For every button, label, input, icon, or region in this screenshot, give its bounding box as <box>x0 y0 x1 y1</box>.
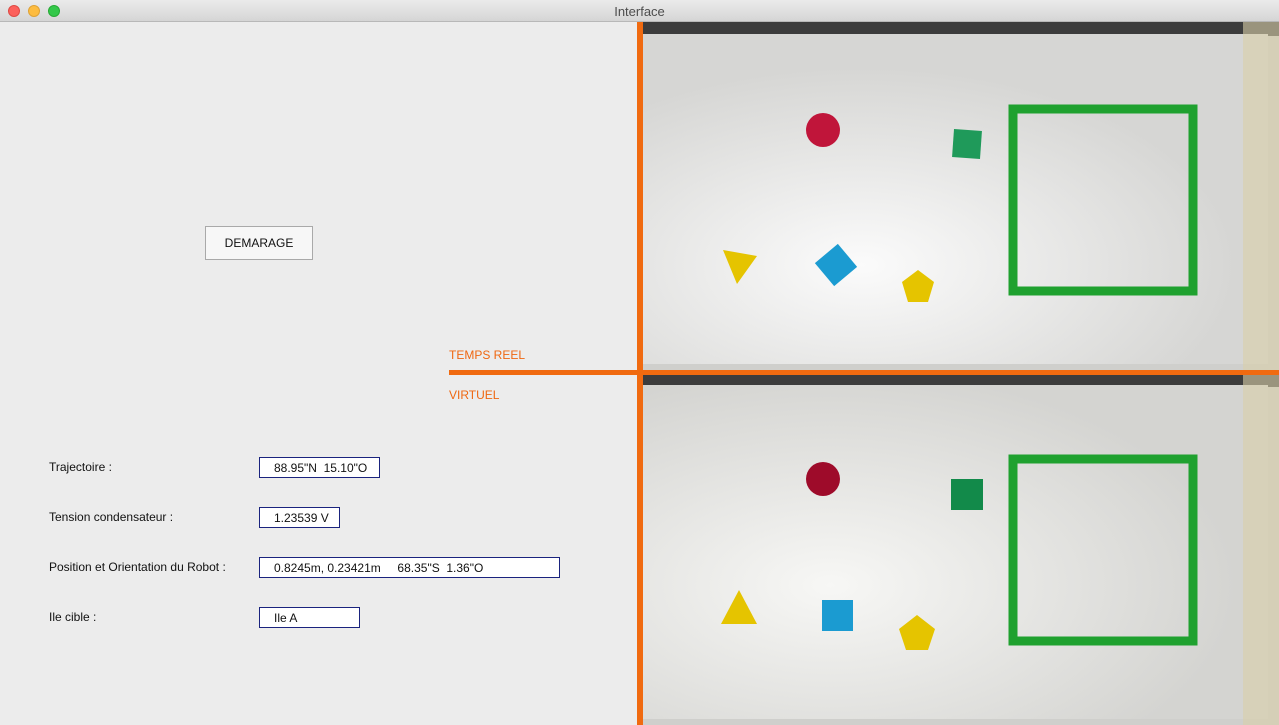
view-divider-horizontal <box>449 370 1279 375</box>
virtual-red-circle <box>806 462 840 496</box>
virtual-green-square <box>951 479 983 510</box>
window-title: Interface <box>614 4 665 19</box>
trajectory-field[interactable]: 88.95"N 15.10"O <box>259 457 380 478</box>
arena-floor <box>643 34 1268 364</box>
start-button[interactable]: DEMARAGE <box>205 226 313 260</box>
green-square <box>952 129 982 159</box>
virtual-view-label: VIRTUEL <box>449 388 500 402</box>
camera-frame-top <box>643 22 1279 36</box>
virtual-blue-square <box>822 600 853 631</box>
robot-pose-label: Position et Orientation du Robot : <box>49 560 226 574</box>
virtual-camera-view <box>643 375 1279 725</box>
target-island-field[interactable]: Ile A <box>259 607 360 628</box>
virtual-arena-floor <box>643 385 1268 719</box>
target-island-label: Ile cible : <box>49 610 97 624</box>
red-circle <box>806 113 840 147</box>
realtime-view-label: TEMPS REEL <box>449 348 526 362</box>
title-bar: Interface <box>0 0 1279 22</box>
realtime-camera-view <box>643 22 1279 370</box>
view-divider-vertical <box>637 22 643 725</box>
voltage-field[interactable]: 1.23539 V <box>259 507 340 528</box>
robot-pose-field[interactable]: 0.8245m, 0.23421m 68.35"S 1.36"O <box>259 557 560 578</box>
app-window: Interface DEMARAGE TEMPS REEL VIRTUEL Tr… <box>0 0 1279 725</box>
voltage-label: Tension condensateur : <box>49 510 174 524</box>
trajectory-label: Trajectoire : <box>49 460 112 474</box>
